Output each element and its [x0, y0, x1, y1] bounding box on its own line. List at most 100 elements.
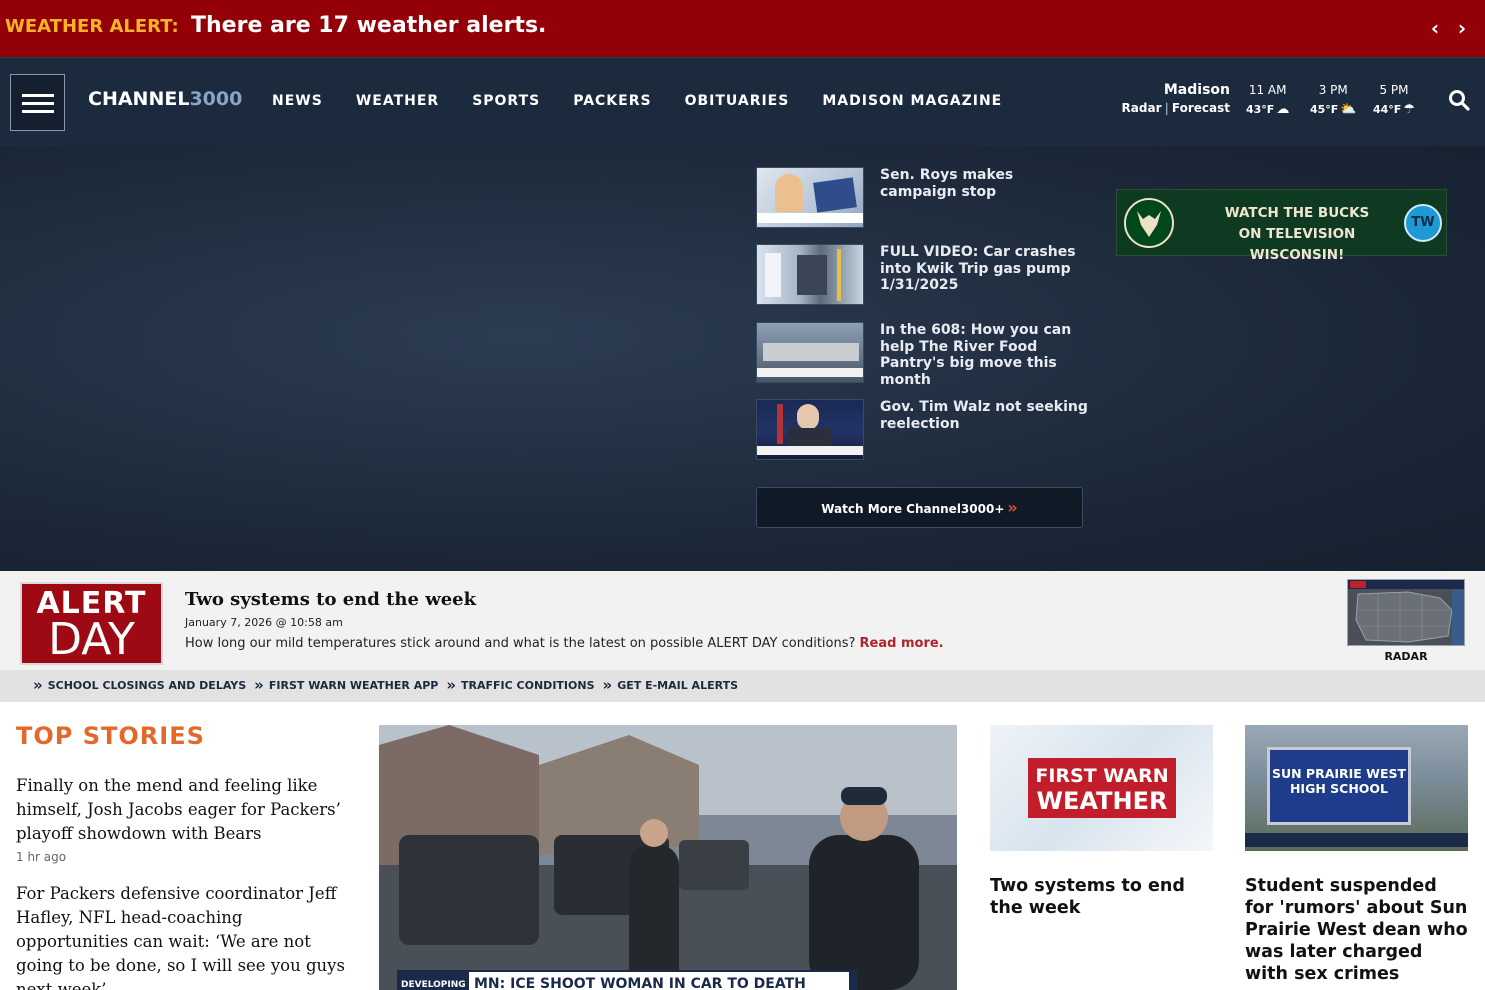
logo-text-channel: CHANNEL — [88, 88, 190, 110]
nav-sports[interactable]: SPORTS — [472, 93, 540, 109]
weather-location: Madison Radar | Forecast — [1122, 82, 1230, 115]
nav-weather[interactable]: WEATHER — [356, 93, 439, 109]
video-item[interactable]: In the 608: How you can help The River F… — [756, 322, 1086, 388]
school-sign: SUN PRAIRIE WEST HIGH SCHOOL — [1267, 747, 1411, 825]
card-title[interactable]: Student suspended for 'rumors' about Sun… — [1245, 875, 1468, 985]
forecast-hour[interactable]: 3 PM 45°F ⛅ — [1310, 83, 1357, 117]
alert-day-desc-text: How long our mild temperatures stick aro… — [185, 636, 856, 651]
video-item[interactable]: Gov. Tim Walz not seeking reelection — [756, 399, 1088, 461]
tw-badge-icon: TW — [1404, 204, 1442, 242]
chevron-right-icon: » — [33, 676, 43, 694]
quick-link-traffic[interactable]: TRAFFIC CONDITIONS — [461, 679, 594, 692]
logo-text-3000: 3000 — [189, 88, 243, 110]
nav-madison-magazine[interactable]: MADISON MAGAZINE — [822, 93, 1002, 109]
ad-text: WATCH THE BUCKS ON TELEVISION WISCONSIN! — [1197, 203, 1397, 266]
quick-link-weather-app[interactable]: FIRST WARN WEATHER APP — [269, 679, 438, 692]
first-warn-weather-logo: FIRST WARN WEATHER — [1028, 758, 1176, 818]
story-item[interactable]: For Packers defensive coordinator Jeff H… — [16, 882, 346, 990]
video-title: Gov. Tim Walz not seeking reelection — [880, 399, 1088, 432]
school-sign-line1: SUN PRAIRIE WEST — [1271, 766, 1407, 781]
story-card[interactable]: FIRST WARN WEATHER Two systems to end th… — [990, 725, 1213, 919]
read-more-link[interactable]: Read more. — [860, 636, 944, 651]
hero-video-section: Sen. Roys makes campaign stop FULL VIDEO… — [0, 146, 1485, 571]
story-item[interactable]: Finally on the mend and feeling like him… — [16, 774, 346, 864]
page: WEATHER ALERT: There are 17 weather aler… — [0, 0, 1485, 990]
watch-more-label: Watch More Channel3000+ — [821, 502, 1005, 516]
alert-day-strip: ALERT DAY Two systems to end the week Ja… — [0, 571, 1485, 670]
forecast-time: 5 PM — [1379, 83, 1409, 97]
nav-obituaries[interactable]: OBITUARIES — [685, 93, 790, 109]
forecast-hour[interactable]: 5 PM 44°F ☂ — [1373, 83, 1415, 117]
menu-button[interactable] — [10, 74, 65, 131]
video-thumbnail — [756, 322, 864, 383]
hamburger-icon-bar — [22, 102, 54, 105]
video-item[interactable]: FULL VIDEO: Car crashes into Kwik Trip g… — [756, 244, 1086, 306]
quick-link-email-alerts[interactable]: GET E-MAIL ALERTS — [617, 679, 738, 692]
chevron-right-icon: » — [446, 676, 457, 694]
forecast-hour[interactable]: 11 AM 43°F ☁ — [1246, 83, 1289, 117]
chevron-right-icon: » — [602, 676, 613, 694]
bucks-ad-banner[interactable]: WATCH THE BUCKS ON TELEVISION WISCONSIN!… — [1116, 189, 1447, 263]
quick-link-school-closings[interactable]: SCHOOL CLOSINGS AND DELAYS — [48, 679, 246, 692]
partly-cloudy-icon: ☁ — [1276, 102, 1290, 117]
logo-weather: WEATHER — [1036, 787, 1168, 815]
link-separator: | — [1164, 101, 1169, 115]
logo-warn: WARN — [1103, 765, 1169, 787]
card-image: FIRST WARN WEATHER — [990, 725, 1213, 851]
card-title[interactable]: Two systems to end the week — [990, 875, 1213, 919]
hamburger-icon-bar — [22, 110, 54, 113]
video-title: Sen. Roys makes campaign stop — [880, 167, 1014, 200]
story-headline[interactable]: For Packers defensive coordinator Jeff H… — [16, 882, 346, 990]
alert-prev-button[interactable]: ‹ — [1424, 14, 1446, 42]
top-stories-heading: TOP STORIES — [16, 722, 205, 750]
video-thumbnail — [756, 399, 864, 460]
quick-links-bar: » SCHOOL CLOSINGS AND DELAYS » FIRST WAR… — [0, 670, 1485, 702]
bucks-logo-icon — [1124, 198, 1174, 248]
school-sign-line2: HIGH SCHOOL — [1289, 781, 1389, 796]
alert-next-button[interactable]: › — [1451, 14, 1473, 42]
story-headline[interactable]: Finally on the mend and feeling like him… — [16, 774, 346, 846]
ad-line2: ON TELEVISION WISCONSIN! — [1238, 226, 1356, 263]
video-item[interactable]: Sen. Roys makes campaign stop — [756, 167, 1086, 229]
hamburger-icon — [22, 94, 54, 97]
channel3000-logo[interactable]: CHANNEL3000 — [88, 88, 242, 110]
alert-text[interactable]: There are 17 weather alerts. — [191, 13, 546, 38]
watch-more-button[interactable]: Watch More Channel3000+» — [756, 487, 1083, 528]
radar-label[interactable]: RADAR — [1347, 650, 1465, 663]
forecast-time: 11 AM — [1248, 83, 1287, 97]
forecast-link[interactable]: Forecast — [1172, 101, 1230, 115]
story-card[interactable]: SUN PRAIRIE WEST HIGH SCHOOL Student sus… — [1245, 725, 1468, 985]
story-time: 1 hr ago — [16, 850, 67, 864]
forecast-temp: 44°F — [1373, 103, 1402, 116]
alert-day-description: How long our mild temperatures stick aro… — [185, 636, 944, 651]
lower-third-text: MN: ICE SHOOT WOMAN IN CAR TO DEATH — [474, 976, 806, 990]
alert-day-logo-line2: DAY — [48, 614, 135, 665]
main-nav: CHANNEL3000 NEWS WEATHER SPORTS PACKERS … — [0, 57, 1485, 146]
video-title: FULL VIDEO: Car crashes into Kwik Trip g… — [880, 244, 1076, 293]
nav-packers[interactable]: PACKERS — [573, 93, 651, 109]
alert-label: WEATHER ALERT: — [5, 16, 179, 37]
forecast-time: 3 PM — [1318, 83, 1348, 97]
lower-third-tag: DEVELOPING — [401, 980, 466, 990]
search-icon[interactable] — [1447, 88, 1471, 112]
video-thumbnail — [756, 167, 864, 228]
weather-city: Madison — [1163, 82, 1230, 98]
ad-line1: WATCH THE BUCKS — [1224, 205, 1370, 221]
radar-map-icon — [1348, 580, 1464, 645]
logo-first: FIRST — [1035, 765, 1097, 787]
chevron-right-icon: » — [254, 676, 264, 694]
forecast-temp: 45°F — [1310, 103, 1339, 116]
forecast-temp: 43°F — [1246, 103, 1275, 116]
radar-thumbnail[interactable] — [1347, 579, 1465, 646]
partly-sunny-icon: ⛅ — [1340, 102, 1357, 117]
rain-icon: ☂ — [1403, 102, 1415, 117]
alert-day-title[interactable]: Two systems to end the week — [185, 589, 476, 610]
main-story-image[interactable]: DEVELOPING MN: ICE SHOOT WOMAN IN CAR TO… — [379, 725, 957, 990]
alert-day-date: January 7, 2026 @ 10:58 am — [185, 616, 343, 629]
weather-alert-bar[interactable]: WEATHER ALERT: There are 17 weather aler… — [0, 0, 1485, 57]
alert-day-logo[interactable]: ALERT DAY — [20, 582, 163, 665]
video-thumbnail — [756, 244, 864, 305]
radar-link[interactable]: Radar — [1122, 101, 1162, 115]
nav-news[interactable]: NEWS — [272, 93, 323, 109]
chevron-right-icon: » — [1007, 498, 1018, 517]
